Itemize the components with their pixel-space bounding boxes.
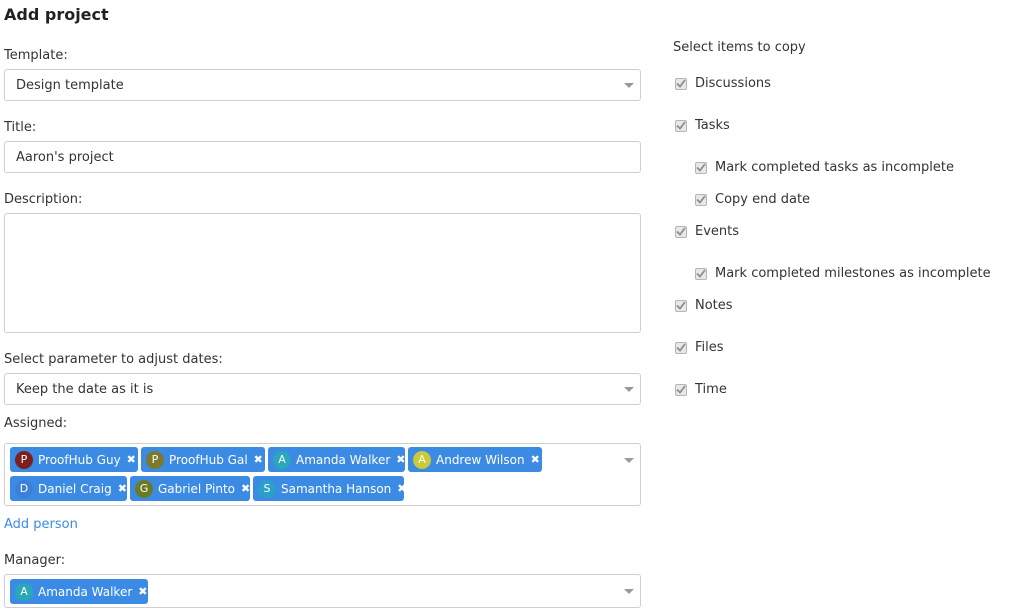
checkbox[interactable] [675, 383, 687, 396]
assigned-chip-name: ProofHub Gal [169, 452, 248, 467]
copy-item-time[interactable]: Time [675, 382, 727, 397]
template-select[interactable]: Design template [4, 69, 641, 101]
chevron-down-icon [624, 589, 634, 594]
dates-value: Keep the date as it is [16, 382, 154, 397]
avatar: P [146, 450, 164, 469]
checkmark-icon [676, 79, 686, 88]
copy-item-label: Time [695, 382, 727, 397]
avatar: A [15, 582, 33, 601]
copy-item-label: Files [695, 340, 724, 355]
copy-item-discussions[interactable]: Discussions [675, 76, 771, 91]
copy-item-mark-tasks-incomplete[interactable]: Mark completed tasks as incomplete [695, 160, 954, 175]
remove-icon[interactable]: ✖ [138, 585, 147, 598]
template-value: Design template [16, 78, 124, 93]
dates-label: Select parameter to adjust dates: [4, 352, 223, 367]
assigned-chip-name: ProofHub Guy [38, 452, 121, 467]
copy-item-files[interactable]: Files [675, 340, 724, 355]
copy-item-notes[interactable]: Notes [675, 298, 733, 313]
copy-item-label: Mark completed milestones as incomplete [715, 266, 991, 281]
checkmark-icon [676, 385, 686, 394]
description-label: Description: [4, 192, 83, 207]
remove-icon[interactable]: ✖ [531, 453, 540, 466]
copy-item-label: Notes [695, 298, 733, 313]
remove-icon[interactable]: ✖ [254, 453, 263, 466]
checkbox[interactable] [675, 77, 687, 90]
assigned-chip-name: Andrew Wilson [436, 452, 525, 467]
copy-item-label: Discussions [695, 76, 771, 91]
checkbox[interactable] [695, 161, 707, 174]
checkmark-icon [676, 121, 686, 130]
checkmark-icon [676, 227, 686, 236]
title-label: Title: [4, 120, 37, 135]
copy-item-tasks[interactable]: Tasks [675, 118, 730, 133]
copy-item-events[interactable]: Events [675, 224, 739, 239]
chevron-down-icon [624, 458, 634, 463]
assigned-label: Assigned: [4, 416, 68, 431]
assigned-chip-name: Daniel Craig [38, 481, 112, 496]
assigned-chip-name: Gabriel Pinto [158, 481, 236, 496]
chevron-down-icon [624, 387, 634, 392]
copy-item-copy-end-date[interactable]: Copy end date [695, 192, 810, 207]
checkbox[interactable] [675, 225, 687, 238]
avatar: A [273, 450, 291, 469]
assigned-chip[interactable]: P ProofHub Guy ✖ [10, 447, 138, 472]
copy-item-label: Events [695, 224, 740, 239]
manager-label: Manager: [4, 553, 66, 568]
assigned-chip-name: Samantha Hanson [281, 481, 392, 496]
checkbox[interactable] [675, 341, 687, 354]
title-value: Aaron's project [16, 150, 114, 165]
manager-select[interactable]: A Amanda Walker ✖ [4, 574, 641, 608]
manager-chip[interactable]: A Amanda Walker ✖ [10, 579, 148, 604]
copy-item-label: Tasks [695, 118, 730, 133]
assigned-chip-name: Amanda Walker [296, 452, 391, 467]
dates-select[interactable]: Keep the date as it is [4, 373, 641, 405]
checkbox[interactable] [695, 267, 707, 280]
add-person-link[interactable]: Add person [4, 517, 78, 532]
checkbox[interactable] [675, 119, 687, 132]
avatar: A [413, 450, 431, 469]
assigned-chip[interactable]: P ProofHub Gal ✖ [141, 447, 265, 472]
assigned-chip[interactable]: D Daniel Craig ✖ [10, 476, 127, 501]
page-title: Add project [4, 5, 109, 24]
avatar: P [15, 450, 33, 469]
copy-item-label: Mark completed tasks as incomplete [715, 160, 955, 175]
assigned-chip[interactable]: S Samantha Hanson ✖ [253, 476, 407, 501]
avatar: S [258, 479, 276, 498]
chevron-down-icon [624, 83, 634, 88]
remove-icon[interactable]: ✖ [241, 482, 250, 495]
avatar: G [135, 479, 153, 498]
checkmark-icon [676, 343, 686, 352]
assigned-chip[interactable]: A Andrew Wilson ✖ [408, 447, 542, 472]
assigned-chip[interactable]: G Gabriel Pinto ✖ [130, 476, 250, 501]
assigned-select[interactable]: P ProofHub Guy ✖ P ProofHub Gal ✖ A Aman… [4, 443, 641, 506]
description-textarea[interactable] [4, 213, 641, 333]
assigned-chip[interactable]: A Amanda Walker ✖ [268, 447, 405, 472]
manager-chip-name: Amanda Walker [38, 584, 133, 599]
checkmark-icon [696, 163, 706, 172]
remove-icon[interactable]: ✖ [127, 453, 136, 466]
remove-icon[interactable]: ✖ [396, 453, 405, 466]
checkbox[interactable] [675, 299, 687, 312]
title-input[interactable]: Aaron's project [4, 141, 641, 173]
checkmark-icon [696, 195, 706, 204]
checkbox[interactable] [695, 193, 707, 206]
avatar: D [15, 479, 33, 498]
remove-icon[interactable]: ✖ [118, 482, 127, 495]
copy-item-label: Copy end date [715, 192, 811, 207]
copy-items-heading: Select items to copy [673, 40, 806, 55]
template-label: Template: [4, 48, 68, 63]
checkmark-icon [676, 301, 686, 310]
copy-item-mark-milestones-incomplete[interactable]: Mark completed milestones as incomplete [695, 266, 991, 281]
remove-icon[interactable]: ✖ [397, 482, 406, 495]
checkmark-icon [696, 269, 706, 278]
